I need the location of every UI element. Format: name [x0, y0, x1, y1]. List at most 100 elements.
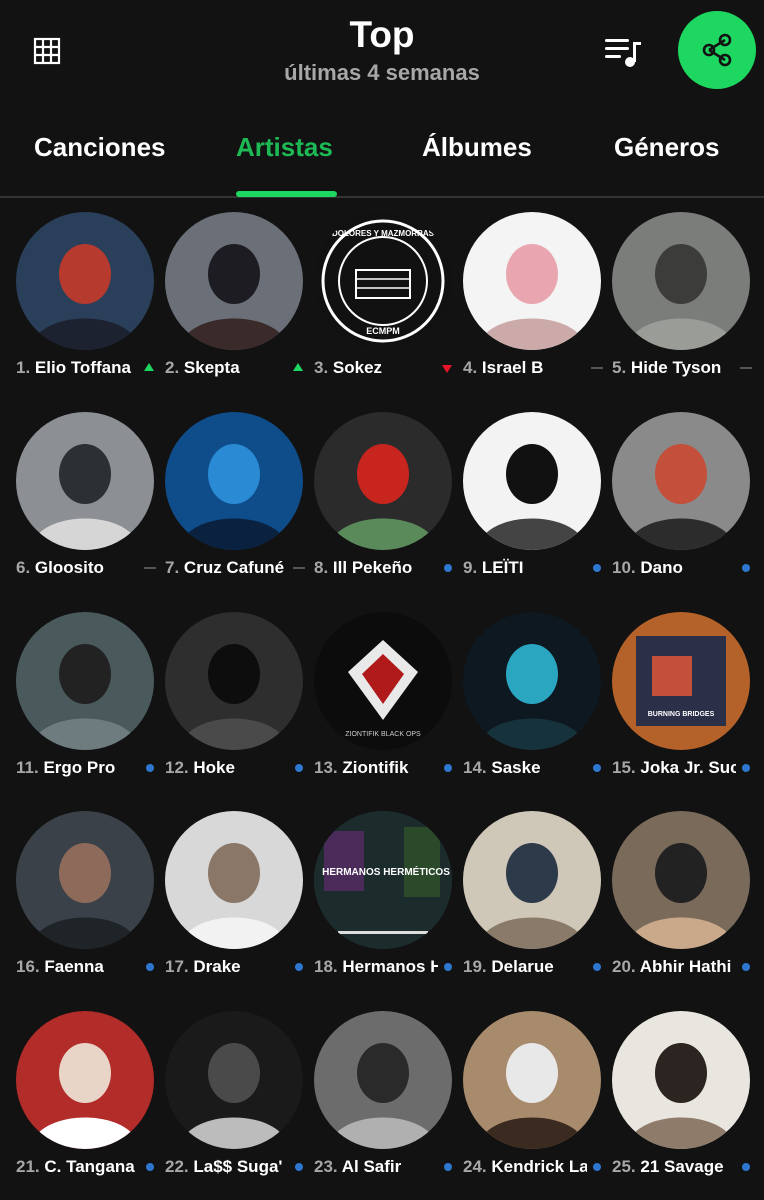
tab-albumes[interactable]: Álbumes	[422, 132, 532, 163]
share-button[interactable]	[678, 11, 756, 89]
artist-item[interactable]: 1. Elio Toffana	[16, 212, 165, 402]
artist-label: 6. Gloosito	[16, 558, 140, 580]
artist-avatar[interactable]	[314, 1011, 452, 1149]
trend-same-icon	[740, 362, 752, 374]
new-entry-dot-icon	[740, 961, 752, 973]
artist-avatar[interactable]	[612, 811, 750, 949]
artist-name: Kendrick Lamar	[491, 1157, 587, 1176]
artist-avatar[interactable]	[612, 1011, 750, 1149]
artist-item[interactable]: 9. LEÏTI	[463, 412, 612, 602]
artist-label: 17. Drake	[165, 957, 289, 979]
artist-avatar[interactable]	[612, 212, 750, 350]
share-icon	[702, 33, 732, 67]
artist-item[interactable]: BURNING BRIDGES 15. Joka Jr. Sucio	[612, 612, 761, 802]
artist-photo: BURNING BRIDGES	[612, 612, 750, 750]
artist-name: Cruz Cafuné	[183, 558, 285, 577]
artist-item[interactable]: 24. Kendrick Lamar	[463, 1011, 612, 1200]
artist-avatar[interactable]	[16, 811, 154, 949]
artist-avatar[interactable]: HERMANOS HERMÉTICOS	[314, 811, 452, 949]
artist-avatar[interactable]: DOLORES Y MAZMORRAS ECMPM	[314, 212, 452, 350]
artist-label: 24. Kendrick Lamar	[463, 1157, 587, 1179]
artist-avatar[interactable]	[165, 212, 303, 350]
artist-photo: ZIONTIFIK BLACK OPS	[314, 612, 452, 750]
artist-avatar[interactable]	[463, 811, 601, 949]
artist-item[interactable]: 8. Ill Pekeño	[314, 412, 463, 602]
artist-item[interactable]: HERMANOS HERMÉTICOS 18. Hermanos Hermétic…	[314, 811, 463, 1001]
artist-item[interactable]: 4. Israel B	[463, 212, 612, 402]
top-header: Top últimas 4 semanas	[0, 0, 764, 110]
artist-item[interactable]: 10. Dano	[612, 412, 761, 602]
artist-item[interactable]: 21. C. Tangana	[16, 1011, 165, 1200]
artist-photo	[165, 612, 303, 750]
artist-rank: 8.	[314, 558, 329, 577]
artist-item[interactable]: 14. Saske	[463, 612, 612, 802]
trend-same-icon	[293, 562, 305, 574]
artist-label: 12. Hoke	[165, 758, 289, 780]
queue-button[interactable]	[601, 30, 645, 74]
artist-item[interactable]: 16. Faenna	[16, 811, 165, 1001]
artist-item[interactable]: 2. Skepta	[165, 212, 314, 402]
artist-label: 5. Hide Tyson	[612, 358, 736, 380]
artist-avatar[interactable]	[16, 1011, 154, 1149]
artist-rank: 24.	[463, 1157, 487, 1176]
artist-avatar[interactable]: BURNING BRIDGES	[612, 612, 750, 750]
artist-name: La$$ Suga'	[193, 1157, 283, 1176]
artist-avatar[interactable]	[165, 1011, 303, 1149]
artist-item[interactable]: 20. Abhir Hathi	[612, 811, 761, 1001]
trend-same-icon	[591, 362, 603, 374]
artist-rank: 6.	[16, 558, 31, 577]
artist-item[interactable]: ZIONTIFIK BLACK OPS 13. Ziontifik	[314, 612, 463, 802]
tab-artistas[interactable]: Artistas	[236, 132, 333, 163]
artist-name: Hide Tyson	[630, 358, 722, 377]
artist-avatar[interactable]	[314, 412, 452, 550]
artist-item[interactable]: 23. Al Safir	[314, 1011, 463, 1200]
artist-avatar[interactable]	[463, 1011, 601, 1149]
new-entry-dot-icon	[293, 1161, 305, 1173]
artist-avatar[interactable]	[612, 412, 750, 550]
artist-rank: 19.	[463, 957, 487, 976]
artist-name: LEÏTI	[481, 558, 524, 577]
artist-avatar[interactable]	[165, 612, 303, 750]
artist-name: Ziontifik	[342, 758, 409, 777]
artist-avatar[interactable]	[16, 612, 154, 750]
artist-rank: 15.	[612, 758, 636, 777]
new-entry-dot-icon	[740, 762, 752, 774]
artist-photo	[612, 811, 750, 949]
artist-avatar[interactable]	[165, 811, 303, 949]
new-entry-dot-icon	[442, 562, 454, 574]
time-range-subtitle[interactable]: últimas 4 semanas	[0, 60, 764, 86]
artist-avatar[interactable]	[16, 212, 154, 350]
artist-item[interactable]: 25. 21 Savage	[612, 1011, 761, 1200]
artist-item[interactable]: 19. Delarue	[463, 811, 612, 1001]
artist-rank: 9.	[463, 558, 478, 577]
artist-avatar[interactable]	[463, 212, 601, 350]
artist-item[interactable]: DOLORES Y MAZMORRAS ECMPM 3. Sokez	[314, 212, 463, 402]
artist-avatar[interactable]: ZIONTIFIK BLACK OPS	[314, 612, 452, 750]
artist-avatar[interactable]	[165, 412, 303, 550]
artist-label: 4. Israel B	[463, 358, 587, 380]
artist-label: 9. LEÏTI	[463, 558, 587, 580]
artist-item[interactable]: 6. Gloosito	[16, 412, 165, 602]
tab-generos[interactable]: Géneros	[614, 132, 720, 163]
artist-photo: HERMANOS HERMÉTICOS	[314, 811, 452, 949]
artist-avatar[interactable]	[463, 412, 601, 550]
artist-item[interactable]: 22. La$$ Suga'	[165, 1011, 314, 1200]
artist-item[interactable]: 17. Drake	[165, 811, 314, 1001]
artist-item[interactable]: 11. Ergo Pro	[16, 612, 165, 802]
artist-rank: 5.	[612, 358, 627, 377]
artist-name: Drake	[193, 957, 241, 976]
tab-canciones[interactable]: Canciones	[34, 132, 166, 163]
artist-avatar[interactable]	[463, 612, 601, 750]
artist-rank: 12.	[165, 758, 189, 777]
artist-item[interactable]: 5. Hide Tyson	[612, 212, 761, 402]
artist-name: Sokez	[332, 358, 383, 377]
artist-avatar[interactable]	[16, 412, 154, 550]
artist-label: 21. C. Tangana	[16, 1157, 140, 1179]
artist-label: 18. Hermanos Herméticos	[314, 957, 438, 979]
artist-item[interactable]: 12. Hoke	[165, 612, 314, 802]
artist-photo	[16, 612, 154, 750]
artist-photo	[165, 212, 303, 350]
artist-name: Ergo Pro	[43, 758, 116, 777]
artist-item[interactable]: 7. Cruz Cafuné	[165, 412, 314, 602]
artist-rank: 21.	[16, 1157, 40, 1176]
